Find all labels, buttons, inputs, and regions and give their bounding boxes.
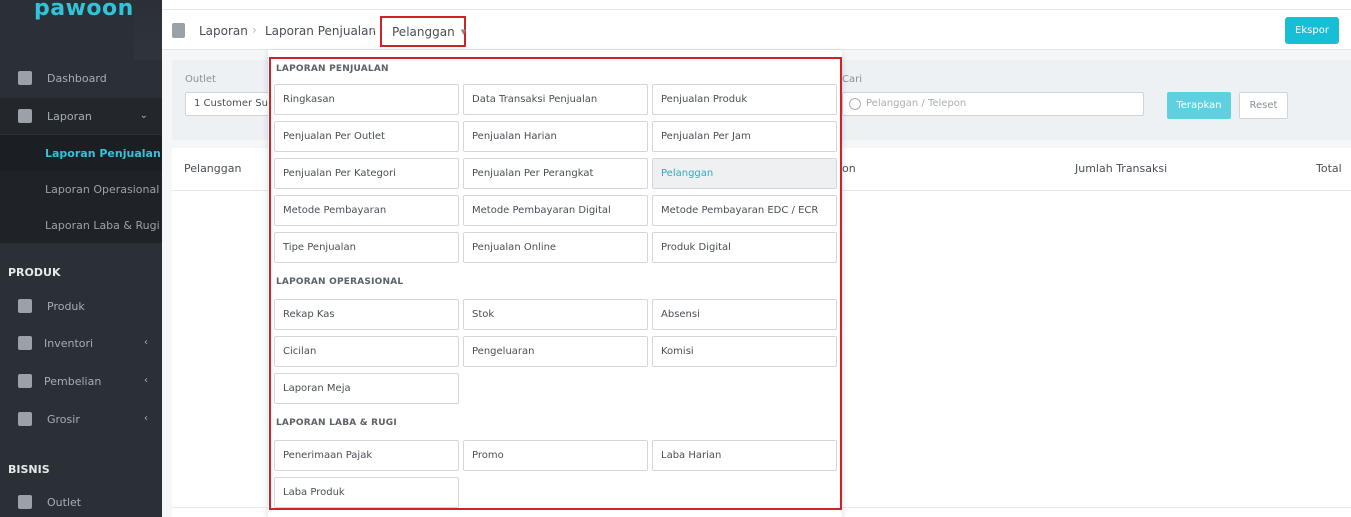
dropdown-option[interactable]: Laba Produk [274, 477, 459, 508]
dropdown-group-title: LAPORAN PENJUALAN [276, 64, 389, 74]
clipboard-icon [18, 109, 32, 123]
sidebar-subitem-laporan-laba-rugi[interactable]: Laporan Laba & Rugi [0, 207, 162, 243]
dropdown-option[interactable]: Penjualan Per Perangkat [463, 158, 648, 189]
dropdown-option[interactable]: Penerimaan Pajak [274, 440, 459, 471]
sidebar-item-dashboard[interactable]: Dashboard [0, 60, 162, 96]
breadcrumb-laporan-penjualan[interactable]: Laporan Penjualan [265, 24, 376, 38]
sidebar-subitem-label: Laporan Laba & Rugi [45, 218, 160, 232]
sidebar: pawoon Dashboard Laporan ⌄ Laporan Penju… [0, 0, 162, 517]
chevron-left-icon: ‹ [144, 413, 148, 424]
chevron-left-icon: ‹ [144, 375, 148, 386]
sidebar-item-laporan[interactable]: Laporan ⌄ [0, 98, 162, 134]
dropdown-group-title: LAPORAN OPERASIONAL [276, 277, 404, 287]
reset-button[interactable]: Reset [1239, 92, 1288, 119]
boxes-icon [18, 336, 32, 350]
section-title-produk: PRODUK [8, 266, 61, 279]
dropdown-option[interactable]: Penjualan Harian [463, 121, 648, 152]
apply-button[interactable]: Terapkan [1167, 92, 1231, 119]
logo[interactable]: pawoon [0, 0, 134, 60]
sidebar-subitem-label: Laporan Operasional [45, 182, 160, 196]
section-title-bisnis: BISNIS [8, 463, 50, 476]
column-header-partial[interactable]: on [842, 162, 856, 175]
dropdown-option[interactable]: Metode Pembayaran [274, 195, 459, 226]
sidebar-item-label: Pembelian [44, 374, 102, 388]
sidebar-item-grosir[interactable]: Grosir ‹ [0, 401, 162, 437]
chevron-down-icon: ⌄ [139, 110, 148, 121]
clipboard-icon [18, 412, 32, 426]
chevron-right-icon: › [371, 23, 376, 37]
breadcrumb-current-label: Pelanggan [392, 24, 455, 39]
sidebar-item-label: Produk [47, 299, 85, 313]
chevron-right-icon: › [252, 23, 257, 37]
store-icon [18, 495, 32, 509]
receipt-icon [18, 374, 32, 388]
dropdown-option[interactable]: Penjualan Per Kategori [274, 158, 459, 189]
export-button[interactable]: Ekspor [1285, 17, 1339, 44]
dropdown-option[interactable]: Penjualan Online [463, 232, 648, 263]
column-header-jumlah-transaksi[interactable]: Jumlah Transaksi [1075, 162, 1167, 175]
bar-chart-icon [18, 71, 32, 85]
dropdown-option[interactable]: Tipe Penjualan [274, 232, 459, 263]
dropdown-option[interactable]: Penjualan Per Outlet [274, 121, 459, 152]
clipboard-icon [172, 23, 185, 38]
dropdown-option[interactable]: Komisi [652, 336, 837, 367]
outlet-select[interactable]: 1 Customer Supp [185, 92, 275, 116]
dropdown-option[interactable]: Pengeluaran [463, 336, 648, 367]
dropdown-option[interactable]: Penjualan Per Jam [652, 121, 837, 152]
chevron-left-icon: ‹ [144, 337, 148, 348]
search-icon [849, 98, 861, 110]
sidebar-item-inventori[interactable]: Inventori ‹ [0, 325, 162, 361]
dropdown-option[interactable]: Pelanggan [652, 158, 837, 189]
dropdown-option[interactable]: Laba Harian [652, 440, 837, 471]
sidebar-item-label: Outlet [47, 495, 82, 509]
dropdown-option[interactable]: Promo [463, 440, 648, 471]
top-strip [162, 0, 1351, 10]
dropdown-option[interactable]: Data Transaksi Penjualan [463, 84, 648, 115]
dropdown-option[interactable]: Cicilan [274, 336, 459, 367]
breadcrumb-current-dropdown[interactable]: Pelanggan ▼ [380, 16, 466, 47]
breadcrumb-laporan[interactable]: Laporan [199, 24, 248, 38]
dropdown-option[interactable]: Metode Pembayaran EDC / ECR [652, 195, 837, 226]
dropdown-option[interactable]: Laporan Meja [274, 373, 459, 404]
dropdown-option[interactable]: Rekap Kas [274, 299, 459, 330]
dropdown-option[interactable]: Metode Pembayaran Digital [463, 195, 648, 226]
column-header-pelanggan[interactable]: Pelanggan [184, 162, 241, 175]
logo-text: pawoon [34, 0, 134, 21]
sidebar-subitem-laporan-penjualan[interactable]: Laporan Penjualan [0, 135, 162, 171]
sidebar-subitem-laporan-operasional[interactable]: Laporan Operasional [0, 171, 162, 207]
dropdown-option[interactable]: Ringkasan [274, 84, 459, 115]
dropdown-option[interactable]: Absensi [652, 299, 837, 330]
dropdown-option[interactable]: Produk Digital [652, 232, 837, 263]
dropdown-option[interactable]: Stok [463, 299, 648, 330]
caret-down-icon: ▼ [460, 27, 467, 36]
column-header-total[interactable]: Total [1316, 162, 1342, 175]
sidebar-item-pembelian[interactable]: Pembelian ‹ [0, 363, 162, 399]
dropdown-group-title: LAPORAN LABA & RUGI [276, 418, 397, 428]
sidebar-item-label: Dashboard [47, 71, 107, 85]
sidebar-item-label: Inventori [44, 336, 94, 350]
bag-icon [18, 299, 32, 313]
sidebar-item-outlet[interactable]: Outlet [0, 484, 162, 517]
sidebar-item-label: Laporan [47, 109, 92, 123]
dropdown-option[interactable]: Penjualan Produk [652, 84, 837, 115]
sidebar-item-label: Grosir [47, 412, 80, 426]
sidebar-subitem-label: Laporan Penjualan [45, 146, 161, 160]
search-label: Cari [842, 74, 862, 85]
outlet-label: Outlet [185, 74, 216, 85]
search-input[interactable]: Pelanggan / Telepon [842, 92, 1144, 116]
sidebar-item-produk[interactable]: Produk [0, 288, 162, 324]
search-placeholder: Pelanggan / Telepon [866, 98, 967, 109]
